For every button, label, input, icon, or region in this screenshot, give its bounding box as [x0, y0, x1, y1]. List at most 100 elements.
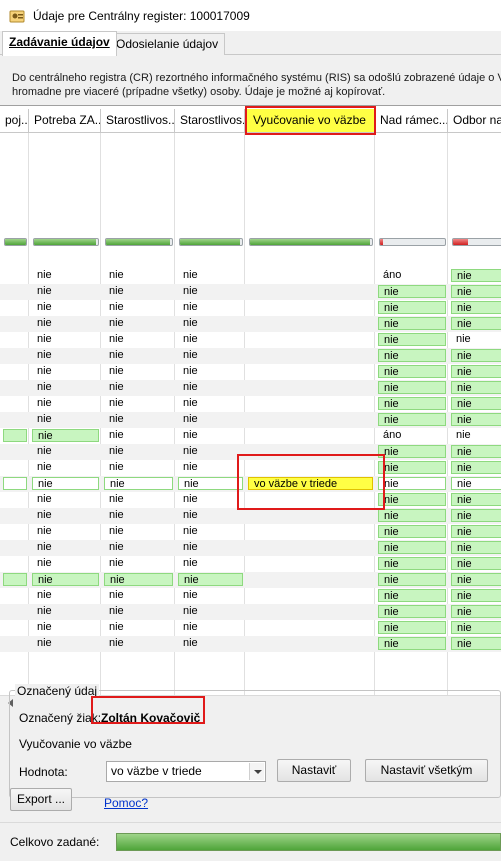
table-cell[interactable]: nie: [451, 445, 501, 458]
table-cell[interactable]: nie: [104, 445, 173, 458]
table-cell[interactable]: nie: [178, 269, 243, 282]
table-cell[interactable]: nie: [32, 461, 99, 474]
table-cell[interactable]: nie: [178, 589, 243, 602]
table-cell[interactable]: nie: [104, 509, 173, 522]
table-cell[interactable]: nie: [451, 525, 501, 538]
set-all-button[interactable]: Nastaviť všetkým: [365, 759, 488, 782]
table-cell[interactable]: nie: [451, 333, 501, 346]
set-button[interactable]: Nastaviť: [277, 759, 351, 782]
column-header[interactable]: Starostlivos...: [101, 109, 175, 133]
table-cell[interactable]: [3, 573, 27, 586]
table-cell[interactable]: nie: [32, 509, 99, 522]
column-header[interactable]: Potreba ZA...: [29, 109, 101, 133]
table-cell[interactable]: nie: [378, 445, 446, 458]
table-cell[interactable]: nie: [104, 525, 173, 538]
table-cell[interactable]: nie: [178, 509, 243, 522]
table-row[interactable]: nie nie nie nie nie: [0, 620, 501, 636]
table-cell[interactable]: nie: [378, 461, 446, 474]
table-cell[interactable]: nie: [104, 557, 173, 570]
table-cell[interactable]: nie: [104, 269, 173, 282]
table-cell[interactable]: nie: [378, 349, 446, 362]
chevron-down-icon[interactable]: [249, 763, 264, 780]
table-cell[interactable]: nie: [378, 573, 446, 586]
table-cell[interactable]: nie: [178, 605, 243, 618]
table-cell[interactable]: nie: [451, 637, 501, 650]
column-header[interactable]: Odbor na: [448, 109, 501, 133]
table-cell[interactable]: nie: [104, 493, 173, 506]
help-link[interactable]: Pomoc?: [104, 796, 148, 810]
table-row[interactable]: nie nie nie nie nie: [0, 332, 501, 348]
table-cell[interactable]: nie: [32, 397, 99, 410]
table-cell[interactable]: nie: [378, 317, 446, 330]
table-cell[interactable]: nie: [451, 301, 501, 314]
table-cell[interactable]: nie: [104, 413, 173, 426]
table-cell[interactable]: nie: [451, 413, 501, 426]
table-cell[interactable]: nie: [178, 333, 243, 346]
table-cell[interactable]: nie: [451, 381, 501, 394]
table-cell[interactable]: nie: [104, 605, 173, 618]
table-cell[interactable]: nie: [32, 605, 99, 618]
table-cell[interactable]: nie: [378, 605, 446, 618]
table-cell[interactable]: nie: [104, 461, 173, 474]
table-cell[interactable]: nie: [104, 285, 173, 298]
table-cell[interactable]: nie: [104, 301, 173, 314]
table-cell[interactable]: nie: [378, 397, 446, 410]
table-cell[interactable]: nie: [178, 477, 243, 490]
table-cell[interactable]: nie: [178, 301, 243, 314]
table-cell[interactable]: nie: [378, 381, 446, 394]
table-cell[interactable]: nie: [178, 541, 243, 554]
table-cell[interactable]: nie: [32, 621, 99, 634]
table-cell[interactable]: nie: [378, 525, 446, 538]
table-cell[interactable]: nie: [178, 445, 243, 458]
table-cell[interactable]: nie: [178, 429, 243, 442]
table-cell[interactable]: nie: [178, 381, 243, 394]
table-cell[interactable]: nie: [451, 557, 501, 570]
table-cell[interactable]: nie: [451, 317, 501, 330]
table-cell[interactable]: nie: [178, 413, 243, 426]
table-cell[interactable]: nie: [178, 621, 243, 634]
table-cell[interactable]: nie: [451, 285, 501, 298]
table-cell[interactable]: nie: [32, 541, 99, 554]
table-cell[interactable]: nie: [32, 269, 99, 282]
table-cell[interactable]: áno: [378, 429, 446, 442]
table-cell[interactable]: nie: [32, 493, 99, 506]
table-cell[interactable]: nie: [104, 365, 173, 378]
table-cell[interactable]: nie: [104, 397, 173, 410]
table-cell[interactable]: nie: [104, 637, 173, 650]
table-cell[interactable]: nie: [104, 381, 173, 394]
table-row[interactable]: nie nie nie nie nie: [0, 604, 501, 620]
table-cell[interactable]: nie: [32, 573, 99, 586]
table-cell[interactable]: nie: [378, 413, 446, 426]
table-cell[interactable]: nie: [104, 541, 173, 554]
table-row[interactable]: nie nie nie nie nie: [0, 300, 501, 316]
table-cell[interactable]: nie: [178, 365, 243, 378]
table-cell[interactable]: nie: [178, 397, 243, 410]
table-row[interactable]: nie nie nie nie nie: [0, 316, 501, 332]
table-row[interactable]: nie nie nie nie nie: [0, 412, 501, 428]
table-cell[interactable]: nie: [32, 525, 99, 538]
table-cell[interactable]: nie: [32, 365, 99, 378]
table-cell[interactable]: nie: [178, 317, 243, 330]
table-cell[interactable]: nie: [104, 589, 173, 602]
table-cell[interactable]: nie: [451, 621, 501, 634]
table-cell[interactable]: nie: [32, 477, 99, 490]
table-cell[interactable]: nie: [178, 349, 243, 362]
table-cell[interactable]: nie: [378, 333, 446, 346]
table-row[interactable]: nie nie nie nie nie: [0, 556, 501, 572]
table-cell[interactable]: nie: [32, 589, 99, 602]
column-header[interactable]: Nad rámec...: [375, 109, 448, 133]
table-cell[interactable]: nie: [451, 605, 501, 618]
table-cell[interactable]: nie: [178, 573, 243, 586]
table-cell[interactable]: nie: [104, 573, 173, 586]
table-cell[interactable]: nie: [451, 365, 501, 378]
table-cell[interactable]: nie: [104, 621, 173, 634]
table-cell[interactable]: nie: [178, 493, 243, 506]
tab-zadavanie[interactable]: Zadávanie údajov: [2, 31, 117, 56]
table-row[interactable]: nie nie nie nie nie: [0, 588, 501, 604]
table-row[interactable]: nie nie nie nie nie: [0, 540, 501, 556]
table-cell[interactable]: nie: [378, 509, 446, 522]
table-cell[interactable]: nie: [178, 525, 243, 538]
table-row[interactable]: nie nie nie nie nie: [0, 396, 501, 412]
table-cell[interactable]: nie: [32, 557, 99, 570]
table-row[interactable]: nie nie nie nie nie: [0, 572, 501, 588]
